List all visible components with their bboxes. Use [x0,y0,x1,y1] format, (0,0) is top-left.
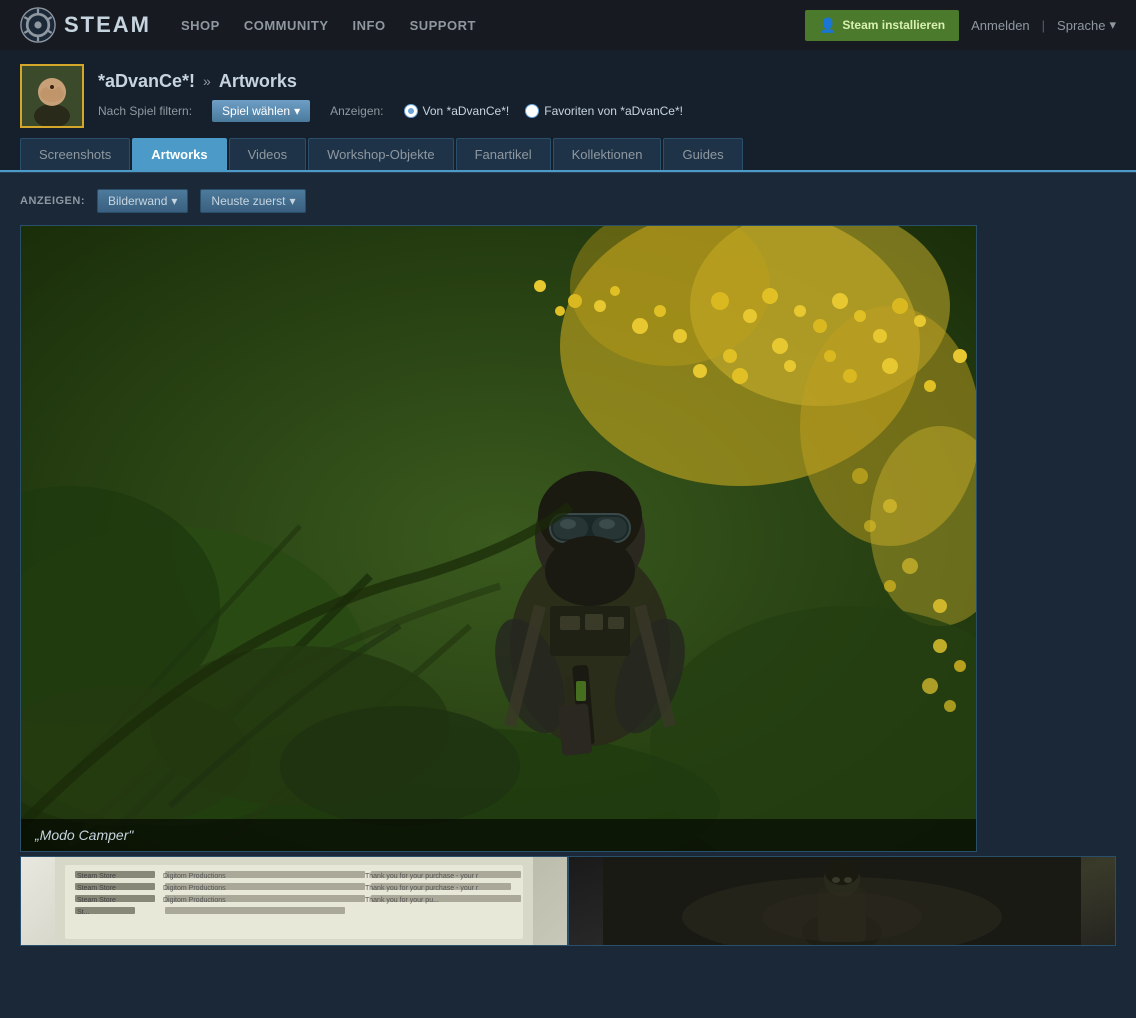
topbar: STEAM SHOP COMMUNITY INFO SUPPORT 👤 Stea… [0,0,1136,50]
radio-own-works[interactable]: Von *aDvanCe*! [404,104,510,118]
main-artwork[interactable]: „Modo Camper" [20,225,977,852]
thumbnail-receipt[interactable]: Steam Store Steam Store Steam Store St..… [20,856,568,946]
chevron-down-icon: ▾ [294,104,300,118]
profile-info: *aDvanCe*! » Artworks Nach Spiel filtern… [98,71,1116,122]
topbar-right: 👤 Steam installieren Anmelden | Sprache … [805,10,1116,41]
svg-text:Digitom Productions: Digitom Productions [163,897,226,904]
main-artwork-image [21,226,976,851]
nav-links: SHOP COMMUNITY INFO SUPPORT [181,18,476,33]
tab-kollektionen-label: Kollektionen [572,147,643,162]
topbar-left: STEAM SHOP COMMUNITY INFO SUPPORT [20,7,476,43]
svg-text:Thank you for your purchase -: Thank you for your purchase - your r [365,885,479,892]
game-filter-button[interactable]: Spiel wählen ▾ [212,100,310,122]
svg-text:St...: St... [77,909,90,916]
artwork-caption-text: „Modo Camper" [35,827,133,843]
breadcrumb-separator: » [203,73,211,89]
breadcrumb-page-title: Artworks [219,71,297,92]
tabs-bar: Screenshots Artworks Videos Workshop-Obj… [0,138,1136,172]
svg-text:Digitom Productions: Digitom Productions [163,885,226,892]
language-button[interactable]: Sprache ▾ [1057,17,1116,33]
artwork-caption: „Modo Camper" [21,819,976,851]
tab-videos-label: Videos [248,147,288,162]
radio-favorites[interactable]: Favoriten von *aDvanCe*! [525,104,683,118]
profile-username[interactable]: *aDvanCe*! [98,71,195,92]
tab-guides[interactable]: Guides [663,138,742,170]
login-link[interactable]: Anmelden [971,18,1030,33]
nav-separator: | [1042,18,1045,33]
svg-text:Digitom Productions: Digitom Productions [163,873,226,880]
tab-screenshots-label: Screenshots [39,147,111,162]
radio-fav-circle [525,104,539,118]
sort-button[interactable]: Neuste zuerst ▾ [200,189,306,213]
radio-own-label: Von *aDvanCe*! [423,104,510,118]
anzeigen-label: Anzeigen: [330,104,383,118]
artwork-svg [21,226,976,851]
filter-game-label: Spiel wählen [222,104,290,118]
steam-wordmark: STEAM [64,12,151,38]
chevron-down-icon: ▾ [1109,17,1116,33]
tab-workshop[interactable]: Workshop-Objekte [308,138,453,170]
nav-info[interactable]: INFO [353,18,386,33]
avatar-image [22,66,82,126]
tab-videos[interactable]: Videos [229,138,307,170]
thumb-receipt-image: Steam Store Steam Store Steam Store St..… [21,857,567,946]
tab-screenshots[interactable]: Screenshots [20,138,130,170]
nav-support[interactable]: SUPPORT [410,18,476,33]
svg-text:Thank you for your pu...: Thank you for your pu... [365,897,439,904]
tab-fanartikel[interactable]: Fanartikel [456,138,551,170]
download-icon: 👤 [819,17,836,34]
sub-header: *aDvanCe*! » Artworks Nach Spiel filtern… [0,50,1136,173]
steam-logo[interactable]: STEAM [20,7,151,43]
tab-kollektionen[interactable]: Kollektionen [553,138,662,170]
install-steam-button[interactable]: 👤 Steam installieren [805,10,959,41]
view-mode-label: Bilderwand [108,194,167,208]
language-label: Sprache [1057,18,1105,33]
thumbnail-character[interactable] [568,856,1116,946]
tab-artworks-label: Artworks [151,147,207,162]
sort-label: Neuste zuerst [211,194,285,208]
radio-fav-label: Favoriten von *aDvanCe*! [544,104,683,118]
chevron-down-icon: ▾ [289,194,295,208]
thumb-character-image [569,857,1115,946]
steam-logo-icon [20,7,56,43]
thumbnail-row: Steam Store Steam Store Steam Store St..… [20,856,1116,946]
radio-own-circle [404,104,418,118]
profile-section: *aDvanCe*! » Artworks Nach Spiel filtern… [0,50,1136,138]
svg-text:Thank you for your purchase -: Thank you for your purchase - your r [365,873,479,880]
profile-name-row: *aDvanCe*! » Artworks [98,71,1116,92]
tab-fanartikel-label: Fanartikel [475,147,532,162]
tab-guides-label: Guides [682,147,723,162]
svg-text:Steam Store: Steam Store [77,897,116,904]
nav-community[interactable]: COMMUNITY [244,18,329,33]
install-button-label: Steam installieren [842,18,945,32]
view-mode-button[interactable]: Bilderwand ▾ [97,189,188,213]
avatar[interactable] [20,64,84,128]
nav-shop[interactable]: SHOP [181,18,220,33]
svg-text:Steam Store: Steam Store [77,873,116,880]
display-controls: ANZEIGEN: Bilderwand ▾ Neuste zuerst ▾ [20,189,1116,213]
radio-group: Von *aDvanCe*! Favoriten von *aDvanCe*! [404,104,683,118]
content-area: ANZEIGEN: Bilderwand ▾ Neuste zuerst ▾ [0,173,1136,962]
tab-artworks[interactable]: Artworks [132,138,226,170]
svg-text:Steam Store: Steam Store [77,885,116,892]
chevron-down-icon: ▾ [171,194,177,208]
filter-label: Nach Spiel filtern: [98,104,192,118]
display-label: ANZEIGEN: [20,195,85,207]
filter-row: Nach Spiel filtern: Spiel wählen ▾ Anzei… [98,100,1116,122]
tab-workshop-label: Workshop-Objekte [327,147,434,162]
